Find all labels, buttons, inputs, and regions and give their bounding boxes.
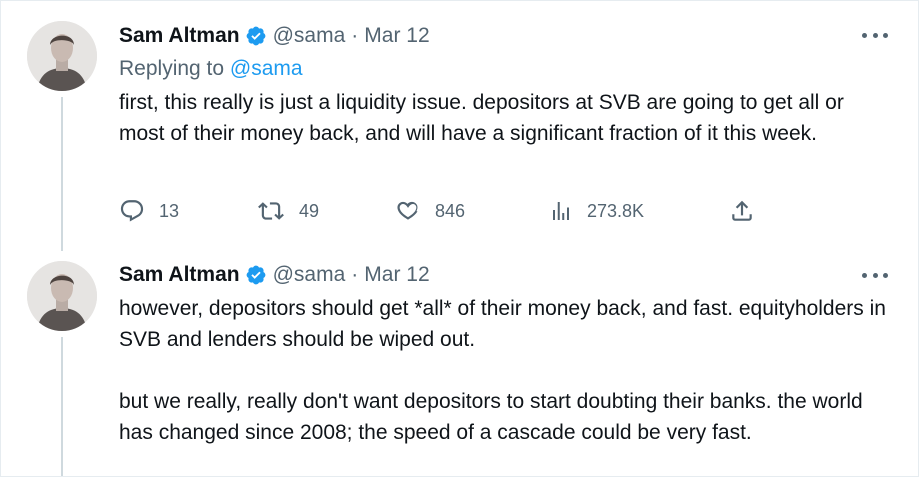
verified-badge-icon [245,25,267,47]
avatar[interactable] [27,21,97,91]
thread-line [61,97,63,251]
separator: · [351,263,359,286]
author-handle[interactable]: @sama [273,24,346,48]
tweet-paragraph: however, depositors should get *all* of … [119,297,886,351]
tweet-header: Sam Altman @sama · Mar 12 [119,23,430,49]
avatar-image [27,261,97,331]
views-count: 273.8K [587,200,645,221]
author-name[interactable]: Sam Altman [119,263,240,287]
like-icon [397,201,418,220]
views-button[interactable]: 273.8K [549,194,644,228]
tweet-date[interactable]: Mar 12 [364,24,429,48]
thread-line [61,337,63,476]
like-button[interactable]: 846 [395,194,465,228]
retweet-icon [258,202,284,220]
tweet-text: first, this really is just a liquidity i… [119,87,889,149]
tweet-text: however, depositors should get *all* of … [119,293,889,448]
replying-handle-link[interactable]: @sama [230,57,303,80]
reply-icon [120,200,144,222]
tweet-header: Sam Altman @sama · Mar 12 [119,262,430,288]
tweet-actions: 13 49 846 273.8K [119,194,799,228]
author-name[interactable]: Sam Altman [119,24,240,48]
tweet-1[interactable]: Sam Altman @sama · Mar 12 Replying to @s… [1,1,918,251]
more-options-icon[interactable] [862,25,888,45]
share-icon [732,200,752,221]
share-button[interactable] [729,194,755,228]
more-options-icon[interactable] [862,265,888,285]
avatar-image [27,21,97,91]
tweet-paragraph: but we really, really don't want deposit… [119,390,863,444]
like-count: 846 [435,200,466,221]
replying-prefix: Replying to [119,57,225,80]
tweet-date[interactable]: Mar 12 [364,263,429,287]
replying-to: Replying to @sama [119,57,303,81]
separator: · [351,24,359,47]
tweet-paragraph: first, this really is just a liquidity i… [119,91,844,145]
tweet-thread: Sam Altman @sama · Mar 12 Replying to @s… [0,0,919,477]
retweet-button[interactable]: 49 [257,194,319,228]
reply-count: 13 [159,200,180,221]
retweet-count: 49 [299,200,320,221]
reply-button[interactable]: 13 [119,194,179,228]
avatar[interactable] [27,261,97,331]
tweet-2[interactable]: Sam Altman @sama · Mar 12 however, depos… [1,251,918,476]
views-icon [553,202,569,220]
author-handle[interactable]: @sama [273,263,346,287]
verified-badge-icon [245,264,267,286]
